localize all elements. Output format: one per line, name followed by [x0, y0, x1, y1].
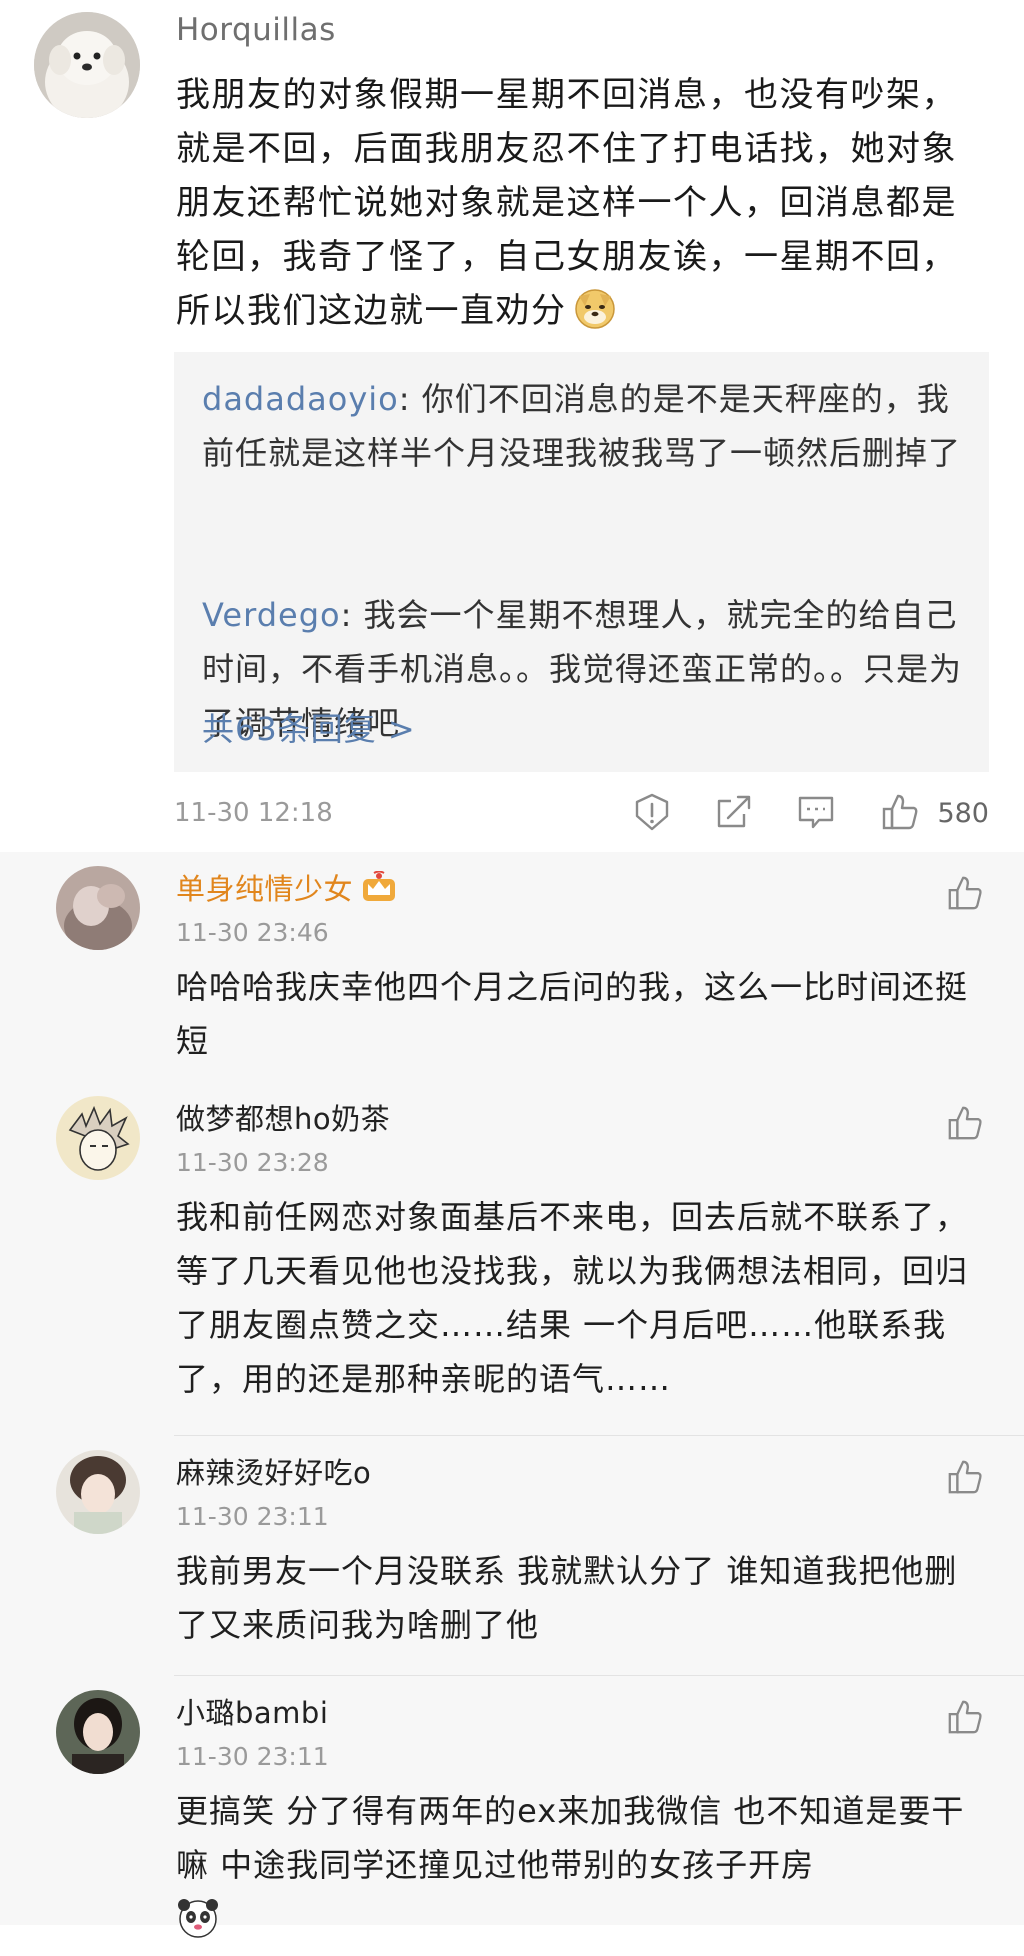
like-icon[interactable]	[946, 1698, 984, 1736]
list-item: 小璐bambi 11-30 23:11 更搞笑 分了得有两年的ex来加我微信 也…	[0, 1676, 1024, 1938]
timestamp: 11-30 12:18	[174, 798, 333, 828]
like-icon[interactable]	[946, 1104, 984, 1142]
avatar[interactable]	[56, 1690, 140, 1774]
like-count: 580	[937, 798, 989, 829]
like-icon[interactable]	[946, 1458, 984, 1496]
crown-badge-icon	[361, 870, 397, 903]
timestamp: 11-30 23:28	[176, 1148, 329, 1177]
comment-text: 更搞笑 分了得有两年的ex来加我微信 也不知道是要干嘛 中途我同学还撞见过他带别…	[176, 1784, 976, 1946]
comment-text: 我前男友一个月没联系 我就默认分了 谁知道我把他删了又来质问我为啥删了他	[176, 1552, 958, 1644]
timestamp: 11-30 23:11	[176, 1502, 329, 1531]
timestamp: 11-30 23:11	[176, 1742, 329, 1771]
comment-icon[interactable]	[796, 792, 836, 832]
reply-username[interactable]: Verdego	[202, 596, 341, 634]
username[interactable]: Horquillas	[176, 12, 336, 48]
comment-text: 哈哈哈我庆幸他四个月之后问的我，这么一比时间还挺短	[176, 968, 969, 1060]
username[interactable]: 小璐bambi	[176, 1690, 328, 1732]
doge-emoji-icon	[573, 286, 617, 330]
main-comment: Horquillas 我朋友的对象假期一星期不回消息，也没有吵架，就是不回，后面…	[0, 0, 1024, 852]
like-icon[interactable]	[880, 792, 920, 832]
more-replies-link[interactable]: 共63条回复 >	[202, 704, 416, 750]
reply-item[interactable]: dadadaoyio: 你们不回消息的是不是天秤座的，我前任就是这样半个月没理我…	[202, 372, 962, 480]
comment-thread: Horquillas 我朋友的对象假期一星期不回消息，也没有吵架，就是不回，后面…	[0, 0, 1024, 1938]
list-item: 单身纯情少女 11-30 23:46 哈哈哈我庆幸他四个月之后问的我，这么一比时…	[0, 852, 1024, 1082]
like-icon[interactable]	[946, 874, 984, 912]
avatar[interactable]	[56, 1450, 140, 1534]
comment-body: 更搞笑 分了得有两年的ex来加我微信 也不知道是要干嘛 中途我同学还撞见过他带别…	[176, 1792, 965, 1884]
share-icon[interactable]	[714, 792, 754, 832]
comment-body: 我朋友的对象假期一星期不回消息，也没有吵架，就是不回，后面我朋友忍不住了打电话找…	[176, 75, 957, 331]
avatar[interactable]	[56, 866, 140, 950]
avatar[interactable]	[34, 12, 140, 118]
comment-meta-row: 11-30 12:18 580	[174, 790, 989, 838]
sub-comment-list: 单身纯情少女 11-30 23:46 哈哈哈我庆幸他四个月之后问的我，这么一比时…	[0, 852, 1024, 1938]
reply-colon: :	[340, 596, 364, 634]
comment-text: 我和前任网恋对象面基后不来电，回去后就不联系了，等了几天看见他也没找我，就以为我…	[176, 1198, 969, 1398]
panda-emoji-icon	[176, 1896, 220, 1940]
timestamp: 11-30 23:46	[176, 918, 329, 947]
comment-text: 我朋友的对象假期一星期不回消息，也没有吵架，就是不回，后面我朋友忍不住了打电话找…	[176, 68, 976, 338]
username[interactable]: 做梦都想ho奶茶	[176, 1096, 390, 1138]
report-icon[interactable]	[632, 792, 672, 832]
avatar[interactable]	[56, 1096, 140, 1180]
username[interactable]: 单身纯情少女	[176, 866, 397, 908]
reply-preview-box[interactable]: dadadaoyio: 你们不回消息的是不是天秤座的，我前任就是这样半个月没理我…	[174, 352, 989, 772]
reply-colon: :	[398, 380, 422, 418]
list-item: 做梦都想ho奶茶 11-30 23:28 我和前任网恋对象面基后不来电，回去后就…	[0, 1082, 1024, 1436]
list-item: 麻辣烫好好吃o 11-30 23:11 我前男友一个月没联系 我就默认分了 谁知…	[0, 1436, 1024, 1676]
reply-username[interactable]: dadadaoyio	[202, 380, 399, 418]
username-text[interactable]: 单身纯情少女	[176, 872, 353, 906]
username[interactable]: 麻辣烫好好吃o	[176, 1450, 371, 1492]
